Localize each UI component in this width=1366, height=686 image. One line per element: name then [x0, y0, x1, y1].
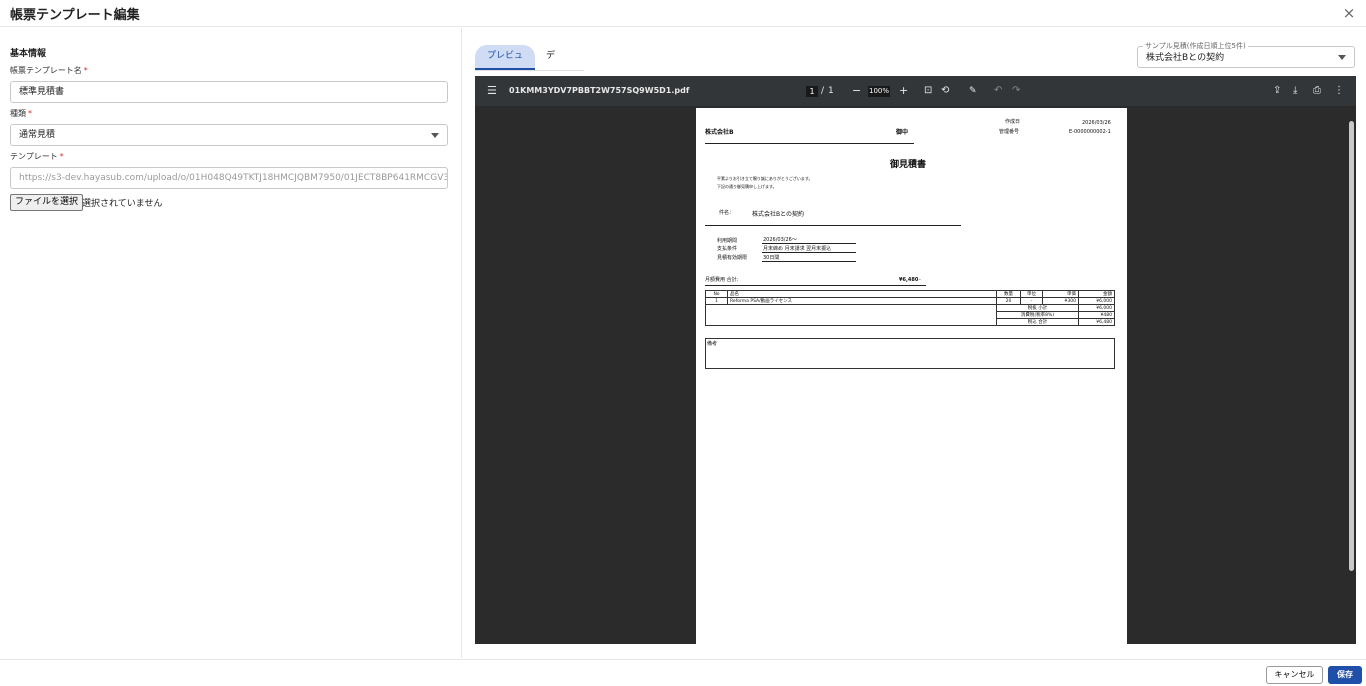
print-icon[interactable]: ⎙: [1313, 76, 1321, 106]
doc-title: 御見積書: [890, 160, 927, 170]
doc-monthly-label: 月額費用 合計:: [705, 277, 739, 283]
col-price: 単価: [1042, 290, 1079, 298]
viewer-scroll-thumb[interactable]: [1349, 121, 1354, 571]
col-unit: 単位: [1020, 290, 1043, 298]
template-url-label: テンプレート *: [10, 152, 64, 161]
choose-file-button[interactable]: ファイルを選択: [10, 194, 84, 211]
page-number-input[interactable]: 1: [806, 86, 818, 97]
annotate-icon[interactable]: ✎: [969, 76, 977, 106]
doc-validity-value: 30日間: [763, 255, 780, 261]
doc-validity-underline: [762, 261, 856, 262]
doc-created-value: 2026/03/26: [1082, 120, 1111, 126]
template-url-input[interactable]: https://s3-dev.hayasub.com/upload/o/01H0…: [10, 167, 448, 189]
section-title: 基本情報: [10, 49, 47, 59]
fit-page-icon[interactable]: ⊡: [924, 76, 932, 106]
doc-honorific: 御中: [896, 129, 909, 136]
summary-blank: [705, 304, 997, 326]
cancel-button[interactable]: キャンセル: [1266, 666, 1323, 684]
dialog-footer: キャンセル 保存: [0, 659, 1366, 686]
sample-quote-select[interactable]: サンプル見積(作成日順上位5件) 株式会社Bとの契約: [1137, 41, 1355, 68]
summary-subtotal-value: ¥6,000: [1078, 304, 1115, 312]
pdf-file-name: 01KMM3YDV7PBBT2W757SQ9W5D1.pdf: [509, 86, 690, 95]
type-label: 種類 *: [10, 109, 32, 118]
tab-data[interactable]: データ: [538, 45, 563, 105]
doc-items-table: No 品名 数量 単位 単価 金額 1 Reforma PSA/動画ライセンス …: [705, 290, 1115, 326]
summary-subtotal-label: 税抜 小計: [996, 304, 1079, 312]
summary-total-label: 税込 合計: [996, 318, 1079, 326]
file-status-text: 選択されていません: [82, 199, 163, 209]
doc-monthly-suffix: -: [919, 277, 921, 283]
pdf-viewer: ☰ 01KMM3YDV7PBBT2W757SQ9W5D1.pdf 1 / 1 −…: [475, 76, 1356, 644]
doc-period-label: 利用期間: [717, 238, 738, 244]
table-row: 1 Reforma PSA/動画ライセンス 20 - ¥300 ¥6,000: [705, 297, 1115, 305]
zoom-out-icon[interactable]: −: [852, 76, 861, 106]
pdf-toolbar: ☰ 01KMM3YDV7PBBT2W757SQ9W5D1.pdf 1 / 1 −…: [475, 76, 1356, 106]
doc-payment-underline: [762, 252, 856, 253]
type-select[interactable]: 通常見積: [10, 124, 448, 146]
col-qty: 数量: [996, 290, 1021, 298]
sample-quote-value: 株式会社Bとの契約: [1146, 53, 1225, 63]
cell-price: ¥300: [1042, 297, 1079, 305]
doc-payment-label: 支払条件: [717, 246, 738, 252]
summary-total-value: ¥6,480: [1078, 318, 1115, 326]
col-item: 品名: [727, 290, 997, 298]
doc-monthly-value: ¥6,480: [899, 277, 919, 283]
cell-item: Reforma PSA/動画ライセンス: [727, 297, 997, 305]
undo-icon[interactable]: ↶: [994, 76, 1002, 106]
doc-mgmt-value: E-0000000002-1: [1069, 129, 1111, 135]
tab-preview[interactable]: プレビュー: [475, 45, 535, 83]
cell-qty: 20: [996, 297, 1021, 305]
cell-no: 1: [705, 297, 728, 305]
basic-info-panel: 基本情報 帳票テンプレート名 * 標準見積書 種類 * 通常見積 テンプレート * h…: [0, 28, 462, 658]
page-title: 帳票テンプレート編集: [10, 8, 140, 23]
doc-subject-underline: [705, 225, 961, 226]
table-header-row: No 品名 数量 単位 単価 金額: [705, 290, 1115, 298]
summary-tax-value: ¥480: [1078, 311, 1115, 319]
doc-period-value: 2026/03/26〜: [763, 237, 797, 243]
dialog-header: 帳票テンプレート編集 ×: [0, 0, 1366, 27]
save-to-drive-icon[interactable]: ⇪: [1273, 76, 1281, 106]
save-button[interactable]: 保存: [1328, 666, 1362, 684]
rotate-icon[interactable]: ⟲: [941, 76, 949, 106]
page-total: 1: [828, 86, 834, 96]
doc-notes-label: 備考: [707, 341, 718, 347]
tab-active-indicator: [475, 68, 535, 70]
col-amount: 金額: [1078, 290, 1115, 298]
doc-subject-value: 株式会社Bとの契約: [752, 211, 805, 218]
doc-notes-box: 備考: [705, 338, 1115, 369]
close-icon[interactable]: ×: [1340, 4, 1358, 22]
cell-amount: ¥6,000: [1078, 297, 1115, 305]
doc-mgmt-label: 管理番号: [999, 129, 1020, 135]
zoom-in-icon[interactable]: +: [899, 76, 908, 106]
doc-customer-underline: [705, 143, 914, 144]
summary-row: 税抜 小計 ¥6,000: [705, 304, 1115, 326]
download-icon[interactable]: ⤓: [1293, 76, 1297, 106]
zoom-level[interactable]: 100%: [868, 86, 890, 97]
doc-payment-value: 月末締め 月末請求 翌月末振込: [763, 246, 832, 252]
summary-tax-label: 消費税(税率8%): [996, 311, 1079, 319]
cell-unit: -: [1020, 297, 1043, 305]
doc-greeting-2: 下記の通り御見積申し上げます。: [717, 184, 777, 189]
page-separator: /: [821, 86, 825, 96]
doc-customer: 株式会社B: [705, 129, 734, 136]
pdf-page: 株式会社B 御中 作成日 2026/03/26 管理番号 E-000000000…: [696, 108, 1127, 644]
redo-icon[interactable]: ↷: [1012, 76, 1020, 106]
menu-icon[interactable]: ☰: [487, 76, 497, 106]
tab-divider: [475, 70, 584, 71]
template-name-label: 帳票テンプレート名 *: [10, 66, 88, 75]
doc-monthly-underline: [705, 285, 926, 286]
doc-period-underline: [762, 243, 856, 244]
more-options-icon[interactable]: ⋮: [1334, 76, 1344, 106]
template-name-input[interactable]: 標準見積書: [10, 81, 448, 103]
doc-greeting-1: 平素よりお引き立て賜り誠にありがとうございます。: [717, 176, 813, 181]
doc-created-label: 作成日: [1005, 119, 1021, 125]
doc-subject-label: 件名：: [719, 210, 735, 216]
col-no: No: [705, 290, 728, 298]
doc-validity-label: 見積有効期限: [717, 255, 748, 261]
